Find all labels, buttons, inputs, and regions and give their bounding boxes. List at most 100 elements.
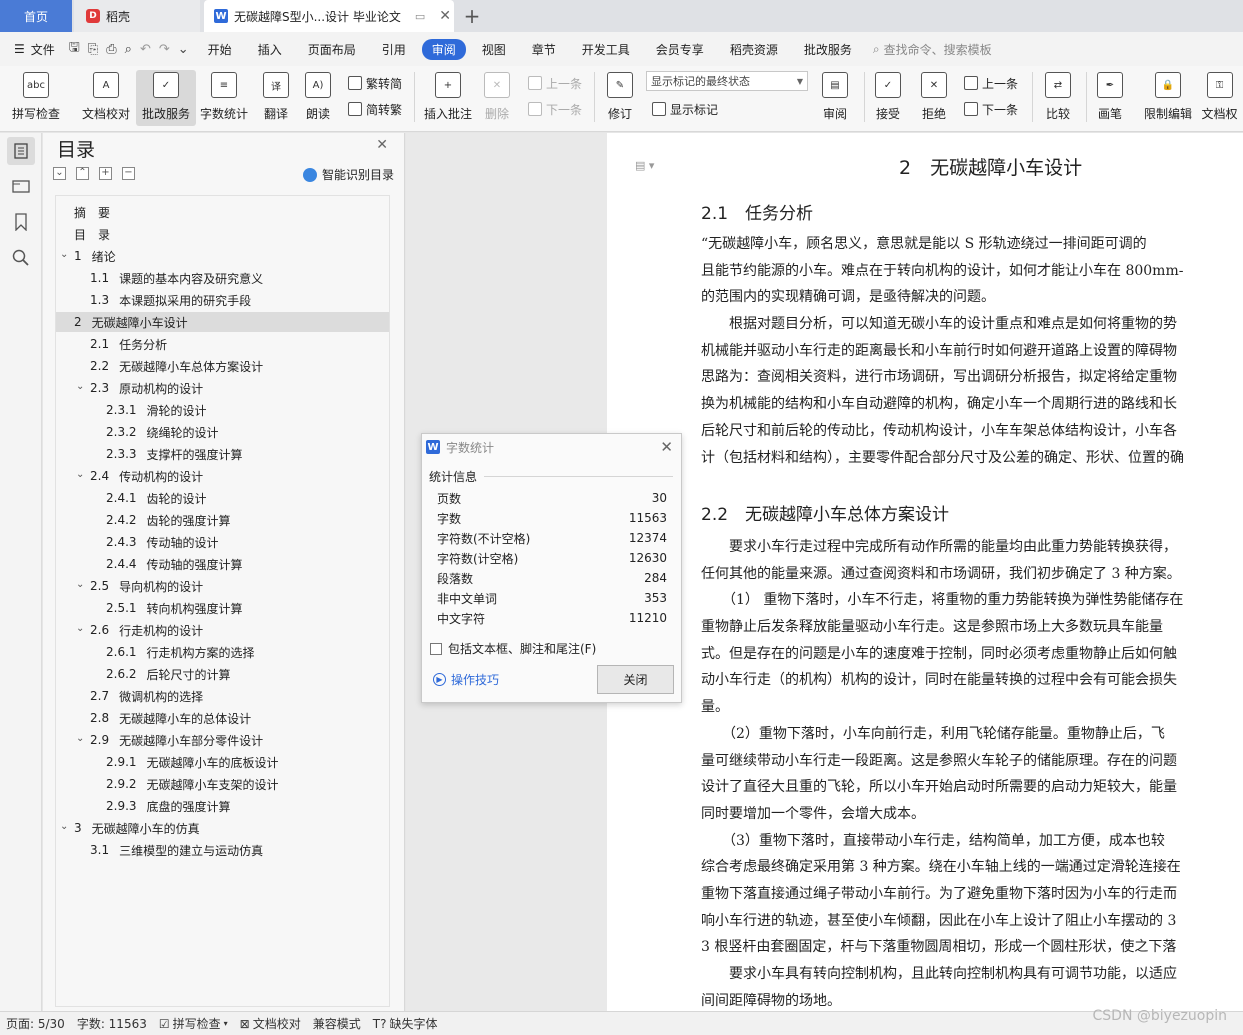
dialog-close-icon[interactable]: ✕	[660, 438, 673, 456]
toc-item[interactable]: 2.8 无碳越障小车的总体设计	[90, 708, 251, 728]
track-changes-button[interactable]: ✎ 修订	[598, 70, 642, 126]
more-chevron-icon[interactable]: ⌄	[178, 42, 189, 57]
proofread-status[interactable]: ⊠ 文档校对	[234, 1015, 307, 1032]
chevron-down-icon[interactable]: ⌄	[76, 381, 84, 392]
toc-item[interactable]: 2 无碳越障小车设计	[56, 312, 389, 332]
toc-item[interactable]: 2.4.4 传动轴的强度计算	[106, 554, 243, 574]
simp-to-trad-button[interactable]: 简转繁	[348, 98, 402, 120]
review-pane-button[interactable]: ▤ 审阅	[810, 70, 860, 126]
tab-home[interactable]: 首页	[0, 0, 72, 32]
save-icon[interactable]: 🖫	[69, 38, 80, 60]
toc-item[interactable]: 2.4.1 齿轮的设计	[106, 488, 207, 508]
toc-item[interactable]: 3 无碳越障小车的仿真	[74, 818, 200, 838]
toc-item[interactable]: 2.6.2 后轮尺寸的计算	[106, 664, 231, 684]
include-textbox-checkbox[interactable]: 包括文本框、脚注和尾注(F)	[430, 640, 596, 657]
word-count-indicator[interactable]: 字数: 11563	[71, 1015, 153, 1032]
dialog-titlebar[interactable]: W 字数统计	[422, 434, 681, 460]
proofread-button[interactable]: A 文档校对	[76, 70, 136, 126]
chevron-down-icon[interactable]: ⌄	[76, 733, 84, 744]
command-search[interactable]: ⌕ 查找命令、搜索模板	[873, 41, 992, 58]
toc-item[interactable]: 1.3 本课题拟采用的研究手段	[90, 290, 251, 310]
toc-item[interactable]: 目 录	[74, 224, 110, 244]
toc-item[interactable]: 2.5.1 转向机构强度计算	[106, 598, 243, 618]
pin-icon[interactable]: ▭	[415, 10, 425, 23]
chapter-nav-icon[interactable]	[10, 175, 32, 197]
spell-check-status[interactable]: ☑ 拼写检查 ▾	[153, 1015, 234, 1032]
tab-document[interactable]: W 无碳越障S型小...设计 毕业论文 ▭ ✕	[204, 0, 454, 32]
print-preview-icon[interactable]: ⌕	[125, 42, 132, 57]
compare-button[interactable]: ⇄ 比较	[1034, 70, 1082, 126]
toc-item[interactable]: 2.1 任务分析	[90, 334, 167, 354]
toc-item[interactable]: 2.5 导向机构的设计	[90, 576, 203, 596]
toc-item[interactable]: 摘 要	[74, 202, 110, 222]
collapse-all-icon[interactable]: −	[122, 167, 135, 180]
close-pane-icon[interactable]: ✕	[376, 137, 388, 153]
menu-start[interactable]: 开始	[198, 39, 242, 60]
smart-toc-button[interactable]: 智能识别目录	[302, 166, 394, 183]
file-menu-button[interactable]: ☰ 文件	[0, 41, 63, 58]
toc-item[interactable]: 2.6 行走机构的设计	[90, 620, 203, 640]
export-pdf-icon[interactable]: ⎘	[88, 42, 98, 57]
menu-daoke-resources[interactable]: 稻壳资源	[720, 39, 788, 60]
menu-references[interactable]: 引用	[372, 39, 416, 60]
next-comment-button[interactable]: 下一条	[528, 98, 582, 120]
toc-item[interactable]: 2.9 无碳越障小车部分零件设计	[90, 730, 263, 750]
insert-comment-button[interactable]: + 插入批注	[418, 70, 478, 126]
toc-item[interactable]: 2.3 原动机构的设计	[90, 378, 203, 398]
menu-view[interactable]: 视图	[472, 39, 516, 60]
menu-correction-service[interactable]: 批改服务	[794, 39, 862, 60]
document-permission-button[interactable]: ⚿ 文档权	[1196, 70, 1243, 126]
read-aloud-button[interactable]: A) 朗读	[288, 70, 348, 126]
menu-page-layout[interactable]: 页面布局	[298, 39, 366, 60]
find-icon[interactable]	[10, 247, 32, 269]
toc-item[interactable]: 2.3.3 支撑杆的强度计算	[106, 444, 243, 464]
bookmark-icon[interactable]	[10, 211, 32, 233]
toc-item[interactable]: 2.7 微调机构的选择	[90, 686, 203, 706]
toc-item[interactable]: 2.4.2 齿轮的强度计算	[106, 510, 231, 530]
spell-check-button[interactable]: abc 拼写检查	[6, 70, 66, 126]
new-tab-button[interactable]: +	[458, 0, 486, 32]
toc-item[interactable]: 3.1 三维模型的建立与运动仿真	[90, 840, 263, 860]
toc-item[interactable]: 1.1 课题的基本内容及研究意义	[90, 268, 263, 288]
toc-item[interactable]: 2.6.1 行走机构方案的选择	[106, 642, 255, 662]
delete-comment-button[interactable]: ✕ 删除	[472, 70, 522, 126]
restrict-editing-button[interactable]: 🔒 限制编辑	[1138, 70, 1198, 126]
toc-pane-icon[interactable]	[7, 137, 35, 165]
menu-developer[interactable]: 开发工具	[572, 39, 640, 60]
expand-all-icon[interactable]: +	[99, 167, 112, 180]
toc-item[interactable]: 1 绪论	[74, 246, 116, 266]
pen-button[interactable]: ✒ 画笔	[1088, 70, 1132, 126]
menu-section[interactable]: 章节	[522, 39, 566, 60]
toc-item[interactable]: 2.9.3 底盘的强度计算	[106, 796, 231, 816]
expand-one-level-icon[interactable]: ⌄	[53, 167, 66, 180]
menu-insert[interactable]: 插入	[248, 39, 292, 60]
trad-to-simp-button[interactable]: 繁转简	[348, 72, 402, 94]
document-page[interactable]: ▤ ▾ 2 无碳越障小车设计 2.1 任务分析 “无碳越障小车，顾名思义，意思就…	[607, 133, 1243, 1011]
prev-comment-button[interactable]: 上一条	[528, 72, 582, 94]
page-options-icon[interactable]: ▤ ▾	[635, 159, 654, 172]
toc-item[interactable]: 2.4.3 传动轴的设计	[106, 532, 219, 552]
chevron-down-icon[interactable]: ⌄	[60, 821, 68, 832]
chevron-down-icon[interactable]: ⌄	[76, 469, 84, 480]
show-markup-button[interactable]: 显示标记	[652, 98, 718, 120]
redo-icon[interactable]: ↷	[159, 42, 170, 57]
toc-item[interactable]: 2.3.1 滑轮的设计	[106, 400, 207, 420]
reject-button[interactable]: ✕ 拒绝	[912, 70, 956, 126]
correction-service-button[interactable]: ✓ 批改服务	[136, 70, 196, 126]
chevron-down-icon[interactable]: ⌄	[60, 249, 68, 260]
undo-icon[interactable]: ↶	[140, 42, 151, 57]
toc-item[interactable]: 2.2 无碳越障小车总体方案设计	[90, 356, 263, 376]
accept-button[interactable]: ✓ 接受	[866, 70, 910, 126]
prev-change-button[interactable]: 上一条	[964, 72, 1018, 94]
menu-member[interactable]: 会员专享	[646, 39, 714, 60]
menu-review[interactable]: 审阅	[421, 38, 466, 60]
next-change-button[interactable]: 下一条	[964, 98, 1018, 120]
toc-item[interactable]: 2.9.2 无碳越障小车支架的设计	[106, 774, 279, 794]
chevron-down-icon[interactable]: ⌄	[76, 579, 84, 590]
collapse-one-level-icon[interactable]: ⌃	[76, 167, 89, 180]
close-tab-icon[interactable]: ✕	[439, 8, 451, 24]
word-count-button[interactable]: ≡ 字数统计	[194, 70, 254, 126]
dialog-close-button[interactable]: 关闭	[597, 665, 674, 694]
toc-item[interactable]: 2.3.2 绕绳轮的设计	[106, 422, 219, 442]
chevron-down-icon[interactable]: ⌄	[76, 623, 84, 634]
